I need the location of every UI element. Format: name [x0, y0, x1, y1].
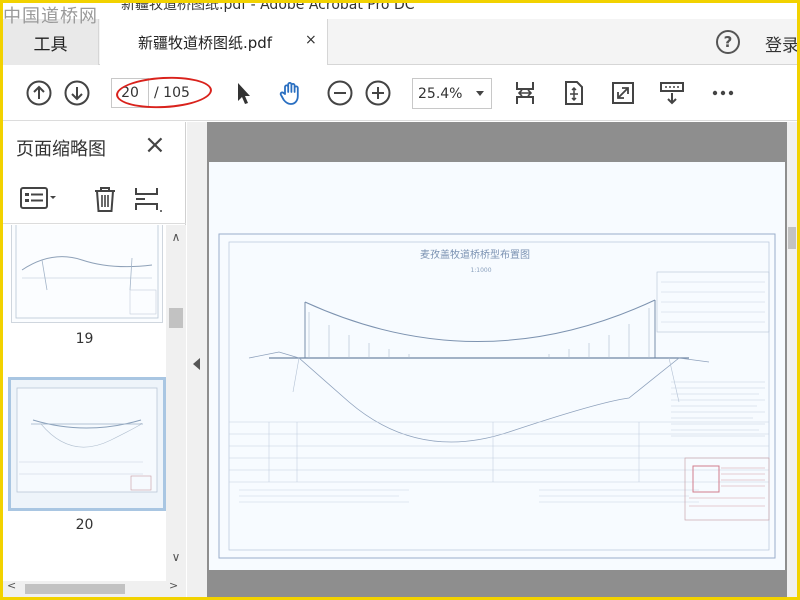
thumbnail-list: 19 20: [3, 225, 166, 581]
app-window: 新疆牧道桥图纸.pdf - Adobe Acrobat Pro DC 中国道桥网…: [3, 3, 797, 597]
thumbnail-horizontal-scrollbar[interactable]: < >: [3, 579, 186, 597]
thumbnail-page-number: 20: [75, 517, 94, 533]
scroll-down-icon[interactable]: ∨: [166, 547, 186, 567]
options-list-icon: [20, 187, 56, 209]
drawing-title: 麦孜盖牧道桥桥型布置图: [420, 248, 530, 261]
thumbnail-panel: 页面缩略图 × 19 20 ∧ ∨ < >: [3, 122, 186, 597]
zoom-in-button[interactable]: [364, 79, 392, 107]
tab-document-label: 新疆牧道桥图纸.pdf: [138, 34, 273, 52]
zoom-level-value: 25.4%: [418, 86, 463, 102]
more-icon: [712, 90, 734, 96]
login-button[interactable]: 登录: [765, 31, 797, 56]
trash-icon: [95, 187, 115, 212]
thumbnail-page-number: 19: [75, 331, 94, 347]
scroll-mode-button[interactable]: [658, 79, 686, 107]
thumbnail-options-button[interactable]: [19, 184, 59, 216]
keyboard-scroll-icon: [660, 82, 684, 105]
document-scrollbar-thumb[interactable]: [788, 227, 796, 249]
arrow-up-circle-icon: [26, 80, 52, 106]
collapse-panel-icon[interactable]: [193, 358, 200, 370]
document-view[interactable]: 麦孜盖牧道桥桥型布置图 1:1000: [207, 122, 787, 597]
horizontal-scrollbar-thumb[interactable]: [25, 584, 125, 594]
plus-circle-icon: [365, 80, 391, 106]
pdf-page: 麦孜盖牧道桥桥型布置图 1:1000: [209, 162, 785, 570]
fit-width-button[interactable]: [511, 79, 539, 107]
insert-page-icon: [135, 188, 162, 212]
arrow-down-circle-icon: [64, 80, 90, 106]
chevron-down-icon: [476, 91, 484, 96]
tab-document[interactable]: 新疆牧道桥图纸.pdf ×: [100, 19, 328, 66]
close-panel-button[interactable]: ×: [144, 132, 166, 158]
fit-width-icon: [516, 82, 534, 104]
thumbnail-drawing-image: [15, 225, 159, 319]
full-screen-button[interactable]: [609, 79, 637, 107]
scrollbar-thumb[interactable]: [169, 308, 183, 328]
select-tool-button[interactable]: [229, 79, 257, 107]
more-tools-button[interactable]: [709, 79, 737, 107]
hand-icon: [279, 82, 299, 105]
scroll-up-icon[interactable]: ∧: [166, 227, 186, 247]
delete-page-button[interactable]: [91, 184, 119, 218]
thumbnail-page-20[interactable]: [8, 377, 166, 511]
previous-page-button[interactable]: [25, 79, 53, 107]
page-gap: [207, 571, 787, 597]
minus-circle-icon: [327, 80, 353, 106]
thumbnail-drawing-image: [16, 387, 158, 493]
hand-tool-button[interactable]: [277, 79, 305, 107]
panel-title: 页面缩略图: [16, 139, 106, 160]
scroll-left-icon[interactable]: <: [7, 579, 16, 592]
window-title-bar: 新疆牧道桥图纸.pdf - Adobe Acrobat Pro DC: [3, 3, 797, 19]
tab-close-button[interactable]: ×: [305, 32, 317, 48]
bridge-drawing-image: 麦孜盖牧道桥桥型布置图 1:1000: [218, 233, 776, 559]
insert-page-button[interactable]: [133, 185, 163, 217]
thumbnail-page-19[interactable]: [11, 225, 163, 323]
scroll-right-icon[interactable]: >: [169, 579, 178, 592]
tab-bar: 工具 新疆牧道桥图纸.pdf × ? 登录: [3, 19, 797, 66]
thumbnail-scrollbar[interactable]: ∧ ∨: [166, 225, 186, 581]
window-title: 新疆牧道桥图纸.pdf - Adobe Acrobat Pro DC: [121, 3, 415, 13]
watermark-text: 中国道桥网: [3, 6, 98, 27]
help-icon[interactable]: ?: [716, 30, 740, 54]
cursor-arrow-icon: [238, 83, 250, 104]
zoom-level-select[interactable]: 25.4%: [412, 78, 492, 109]
panel-toolbar: [3, 172, 186, 224]
toolbar: 20 / 105 25.4%: [3, 65, 797, 121]
zoom-out-button[interactable]: [326, 79, 354, 107]
fit-page-button[interactable]: [560, 79, 588, 107]
panel-splitter[interactable]: [187, 122, 207, 597]
document-scrollbar[interactable]: [787, 122, 797, 597]
next-page-button[interactable]: [63, 79, 91, 107]
drawing-scale: 1:1000: [470, 267, 491, 274]
fit-page-icon: [565, 81, 583, 105]
expand-icon: [612, 82, 634, 104]
